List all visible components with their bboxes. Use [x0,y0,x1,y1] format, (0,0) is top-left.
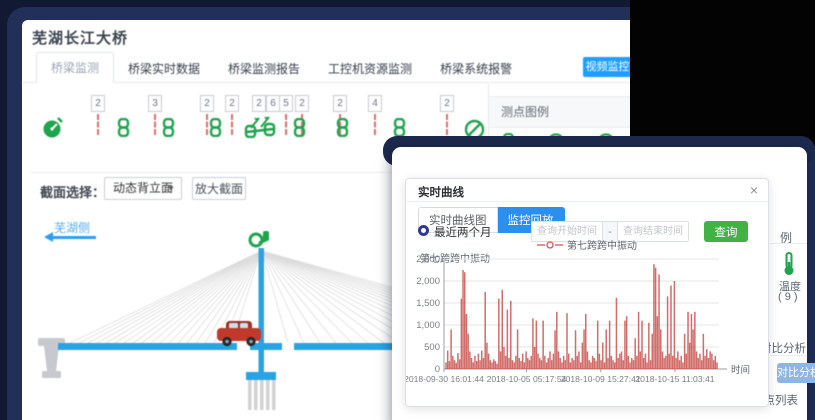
legend-marker-icon [537,241,563,249]
video-monitor-button[interactable]: 视频监控 [583,57,632,77]
deck-joint [282,342,294,351]
screen-cutoff [630,0,815,146]
tab-0[interactable]: 桥梁监测 [36,52,114,83]
recent-two-months-label: 最近两个月 [434,224,492,240]
close-icon[interactable]: × [750,182,758,198]
sensor-count-badge[interactable]: 2 [295,95,309,112]
chain-link-icon[interactable] [293,118,306,142]
screen: 芜湖长江大桥 桥梁监测桥梁实时数据桥梁监测报告工控机资源监测桥梁系统报警 视频监… [0,0,815,420]
page-title: 芜湖长江大桥 [32,27,128,48]
svg-text:1,500: 1,500 [416,298,440,309]
vibration-chart: 05001,0001,5002,0002,5002018-09-30 16:01… [406,249,770,399]
sensor-count-badge[interactable]: 2 [333,95,347,112]
sensor-count-badge[interactable]: 2 [91,95,105,112]
sensor-guide-line [154,114,156,135]
section-select-label: 截面选择： [40,182,105,201]
tab-3[interactable]: 工控机资源监测 [314,54,426,83]
sensor-count-badge[interactable]: 3 [148,95,162,112]
svg-text:2018-10-09 15:27:41: 2018-10-09 15:27:41 [561,374,641,384]
query-button[interactable]: 查询 [704,221,748,242]
chain-link-icon[interactable] [162,118,175,142]
main-tab-bar: 桥梁监测桥梁实时数据桥梁监测报告工控机资源监测桥梁系统报警 [36,56,526,83]
chevron-down-icon: ▼ [167,178,175,199]
temperature-count: ( 9 ) [778,291,798,303]
legend-panel-title: 测点图例 [489,96,632,128]
recent-two-months-radio[interactable] [418,225,429,236]
svg-text:1,000: 1,000 [416,320,440,331]
thermometer-icon[interactable] [782,252,796,281]
sensor-guide-line [231,114,233,135]
chain-link-icon[interactable] [336,118,349,142]
tab-4[interactable]: 桥梁系统报警 [426,54,526,83]
displacement-truss-icon[interactable] [244,112,276,143]
svg-text:2018-10-15 11:03:41: 2018-10-15 11:03:41 [635,374,714,384]
sensor-guide-line [97,114,99,135]
svg-text:2,000: 2,000 [416,276,440,287]
chain-link-icon[interactable] [117,118,130,142]
curve-modal-window: 例 温度 ( 9 ) 对比分析 对比分析 测点列表 实时曲线 × 实时曲线图监控… [392,147,807,420]
sensor-count-badge[interactable]: 5 [279,95,293,112]
tower-sensor-icon[interactable] [250,231,269,246]
compare-analysis-button[interactable]: 对比分析 [777,363,815,383]
tower-foundation-cap [246,372,276,380]
dialog-title: 实时曲线 [418,184,464,200]
sensor-count-badge[interactable]: 2 [252,95,266,112]
tower-piles [248,380,276,410]
section-select-dropdown[interactable]: 动态背立面 ▼ [104,177,182,200]
sensor-count-badge[interactable]: 2 [225,95,239,112]
chain-link-icon[interactable] [209,118,222,142]
svg-text:2,500: 2,500 [416,254,440,265]
sliver-divider [770,243,807,244]
sensor-guide-line [446,114,448,135]
sensor-guide-line [374,114,376,135]
sensor-count-badge[interactable]: 2 [200,95,214,112]
svg-text:2018-09-30 16:01:44: 2018-09-30 16:01:44 [406,374,484,384]
sensor-guide-line [206,114,208,135]
svg-text:时间: 时间 [731,364,750,376]
sliver-divider [770,355,807,356]
bridge-tower [259,248,265,374]
dialog-header: 实时曲线 × [406,179,768,202]
sensor-count-badge[interactable]: 6 [266,95,280,112]
wind-gauge-icon[interactable] [42,116,64,145]
svg-text:2018-10-05 05:17:54: 2018-10-05 05:17:54 [487,374,567,384]
section-select-value: 动态背立面 [113,181,173,195]
realtime-curve-dialog: 实时曲线 × 实时曲线图监控回放 最近两个月 - 查询 第七跨跨中振动 第七跨跨… [405,178,769,407]
sensor-count-badge[interactable]: 4 [368,95,382,112]
tab-2[interactable]: 桥梁监测报告 [214,54,314,83]
sensor-count-badge[interactable]: 2 [440,95,454,112]
enlarge-section-button[interactable]: 放大截面 [192,177,246,200]
svg-text:500: 500 [424,342,440,353]
tab-1[interactable]: 桥梁实时数据 [114,54,214,83]
sensor-guide-line [285,114,287,135]
